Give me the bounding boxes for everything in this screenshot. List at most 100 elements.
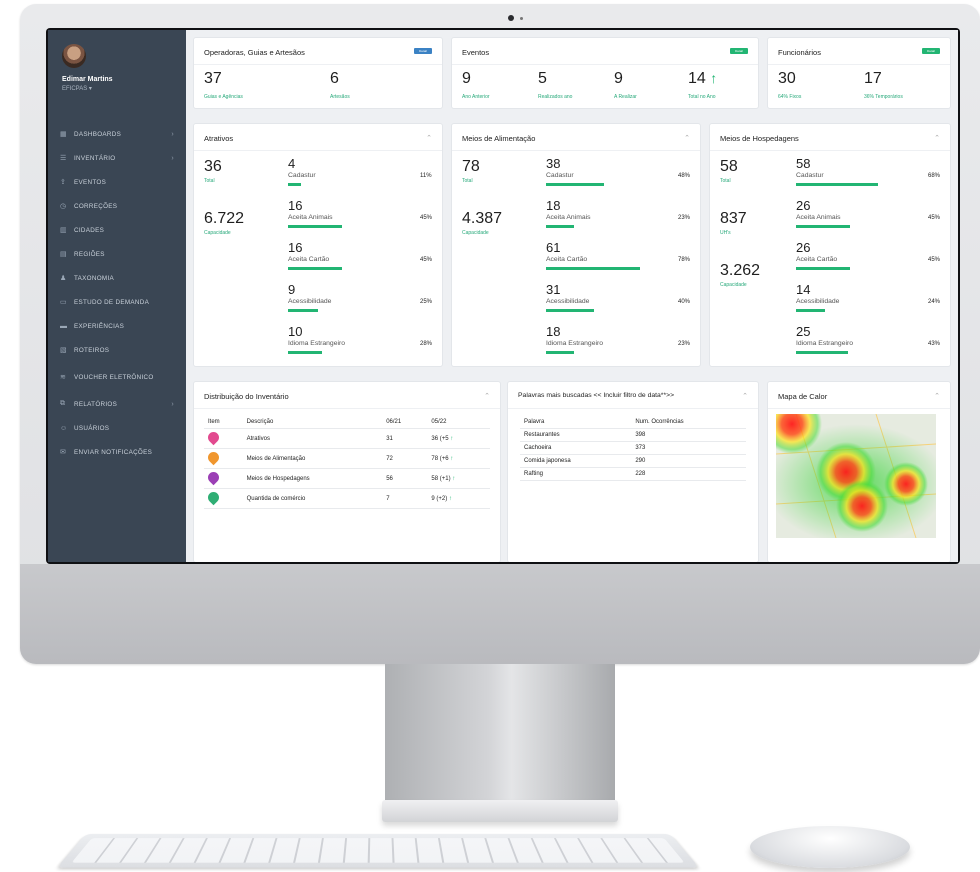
- list-icon: ☰: [60, 155, 67, 162]
- item-value: 14: [796, 282, 811, 297]
- sidebar-item-experi-ncias[interactable]: ▬ EXPERIÊNCIAS: [48, 314, 186, 338]
- sidebar-item-corre-es[interactable]: ◷ CORREÇÕES: [48, 194, 186, 218]
- progress-fill: [546, 267, 640, 270]
- user-name: Edimar Martins: [62, 76, 113, 83]
- stat-label: 36% Temporários: [864, 94, 903, 100]
- prev-cell: 72: [382, 448, 428, 469]
- count-cell: 373: [631, 441, 746, 455]
- sidebar-item-roteiros[interactable]: ▧ ROTEIROS: [48, 338, 186, 362]
- sidebar-item-estudo-de-demanda[interactable]: ▭ ESTUDO DE DEMANDA: [48, 290, 186, 314]
- card-title: Meios de Alimentação: [462, 134, 536, 143]
- heat-map[interactable]: [776, 414, 936, 538]
- item-value: 4: [288, 156, 296, 171]
- table-row[interactable]: Atrativos 31 36 (+5 ↑: [204, 428, 490, 449]
- chevron-up-icon[interactable]: ⌃: [934, 134, 940, 142]
- chevron-up-icon[interactable]: ⌃: [684, 134, 690, 142]
- sidebar-item-invent-rio[interactable]: ☰ INVENTÁRIO ›: [48, 146, 186, 170]
- item-label: Aceita Cartão: [288, 256, 330, 263]
- item-percent: 45%: [420, 215, 433, 221]
- stat-label: Ano Anterior: [462, 94, 490, 100]
- sidebar-item-dashboards[interactable]: ▦ DASHBOARDS ›: [48, 122, 186, 146]
- progress-bar: [288, 351, 408, 354]
- table-row[interactable]: Cachoeira 373: [520, 441, 746, 455]
- item-cell: [204, 448, 243, 469]
- stat-label: Realizados ano: [538, 94, 573, 100]
- table-row[interactable]: Quantida de comércio 7 9 (+2) ↑: [204, 488, 490, 509]
- sidebar-menu: ▦ DASHBOARDS › ☰ INVENTÁRIO › ⇪ EVENTOS ◷ CORREÇÕ…: [48, 122, 186, 464]
- sidebar-item-taxonomia[interactable]: ♟ TAXONOMIA: [48, 266, 186, 290]
- table-row[interactable]: Meios de Alimentação 72 78 (+6 ↑: [204, 448, 490, 469]
- sidebar-item-voucher-eletr-nico[interactable]: ≋ VOUCHER ELETRÔNICO: [48, 362, 186, 392]
- map-icon: ▧: [60, 347, 67, 354]
- stat-capacity: 6.722: [204, 210, 245, 227]
- user-profile[interactable]: Edimar Martins EFICPAS ▾: [48, 30, 186, 110]
- detail-button[interactable]: Detail: [414, 48, 432, 54]
- item-percent: 25%: [420, 299, 433, 305]
- sidebar-item-cidades[interactable]: ▥ CIDADES: [48, 218, 186, 242]
- item-value: 58: [796, 156, 811, 171]
- item-value: 38: [546, 156, 561, 171]
- item-value: 9: [288, 282, 296, 297]
- detail-button[interactable]: Detail: [922, 48, 940, 54]
- sidebar-item-relat-rios[interactable]: ⧉ RELATÓRIOS ›: [48, 392, 186, 416]
- item-percent: 23%: [678, 215, 691, 221]
- sidebar-item-regi-es[interactable]: ▤ REGIÕES: [48, 242, 186, 266]
- item-label: Acessibilidade: [288, 298, 332, 305]
- stat-label: UH's: [720, 230, 731, 236]
- mouse: [750, 826, 910, 868]
- report-icon: ⧉: [60, 400, 66, 407]
- item-label: Aceita Cartão: [796, 256, 838, 263]
- stat-total: 78: [462, 158, 480, 175]
- avatar[interactable]: [62, 44, 86, 68]
- keyboard: [56, 833, 700, 868]
- sidebar-item-usu-rios[interactable]: ☺ USUÁRIOS: [48, 416, 186, 440]
- item-label: Acessibilidade: [546, 298, 590, 305]
- curr-cell: 9 (+2) ↑: [427, 488, 490, 509]
- item-label: Cadastur: [546, 172, 574, 179]
- sidebar-item-label: INVENTÁRIO: [74, 154, 116, 162]
- count-cell: 290: [631, 454, 746, 468]
- item-value: 61: [546, 240, 561, 255]
- detail-button[interactable]: Detail: [730, 48, 748, 54]
- card-distribuicao-inventario: Distribuição do Inventário ⌃ Item Descri…: [194, 382, 500, 562]
- chevron-up-icon[interactable]: ⌃: [484, 392, 490, 400]
- trend-up-icon: ↑: [450, 435, 454, 442]
- item-cell: [204, 488, 243, 509]
- table-row[interactable]: Comida japonesa 290: [520, 454, 746, 468]
- progress-bar: [546, 351, 666, 354]
- monitor-chin: [20, 564, 980, 664]
- user-role-dropdown[interactable]: EFICPAS ▾: [62, 85, 186, 92]
- chevron-up-icon[interactable]: ⌃: [934, 392, 940, 400]
- stat-value: 30: [778, 70, 796, 87]
- stat-total: 36: [204, 158, 222, 175]
- card-eventos: Eventos Detail 9 Ano Anterior 5 Realizad…: [452, 38, 758, 108]
- progress-bar: [288, 267, 408, 270]
- progress-fill: [546, 309, 594, 312]
- progress-bar: [796, 225, 916, 228]
- chevron-up-icon[interactable]: ⌃: [426, 134, 432, 142]
- item-value: 31: [546, 282, 561, 297]
- sidebar-item-enviar-notifica-es[interactable]: ✉ ENVIAR NOTIFICAÇÕES: [48, 440, 186, 464]
- item-value: 26: [796, 240, 811, 255]
- stat-value: 37: [204, 70, 222, 87]
- stat-label: Capacidade: [720, 282, 747, 288]
- inventory-table: Item Descrição 06/21 05/22 Atrativos 31 36…: [204, 416, 490, 509]
- sidebar-item-eventos[interactable]: ⇪ EVENTOS: [48, 170, 186, 194]
- table-row[interactable]: Rafting 228: [520, 467, 746, 481]
- stat-capacity: 3.262: [720, 262, 761, 279]
- item-label: Acessibilidade: [796, 298, 840, 305]
- table-row[interactable]: Meios de Hospedagens 56 58 (+1) ↑: [204, 468, 490, 489]
- progress-fill: [546, 225, 574, 228]
- description-cell: Quantida de comércio: [242, 488, 383, 509]
- item-percent: 48%: [678, 173, 691, 179]
- progress-bar: [796, 351, 916, 354]
- stat-label: A Realizar: [614, 94, 637, 100]
- table-header-row: Palavra Num. Ocorrências: [520, 416, 746, 429]
- card-title: Eventos: [462, 48, 490, 57]
- chevron-up-icon[interactable]: ⌃: [742, 392, 748, 400]
- table-row[interactable]: Restaurantes 398: [520, 428, 746, 442]
- item-percent: 43%: [928, 341, 941, 347]
- progress-bar: [546, 183, 666, 186]
- upload-icon: ⇪: [60, 179, 67, 186]
- sidebar-item-label: DASHBOARDS: [74, 130, 122, 138]
